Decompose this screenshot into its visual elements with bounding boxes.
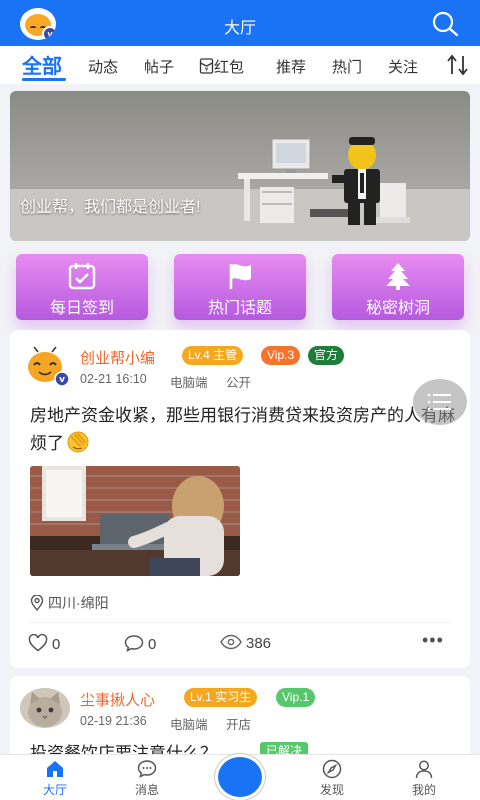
comment-icon [124,635,144,652]
nav-messages-label: 消息 [134,783,159,797]
bee-avatar-icon: v [28,346,70,387]
view-count-stat: 386 [220,634,271,652]
more-options-icon[interactable]: ••• [422,630,444,651]
post-device: 电脑端 [170,376,208,390]
tab-red-packet-label: 红包 [214,59,245,76]
tab-hot[interactable]: 热门 [332,56,362,77]
flag-icon [229,264,251,289]
vip-badge: Vip.3 [261,346,301,365]
nav-messages[interactable]: 消息 [117,759,177,798]
sort-swap-icon[interactable] [446,54,470,76]
hot-topics-button[interactable]: 热门话题 [174,254,306,320]
tab-all[interactable]: 全部 [22,50,62,79]
banner-office-illustration [10,137,470,241]
active-tab-indicator [22,78,66,81]
category-tabs: 全部 动态 帖子 ¥ 红包 推荐 热门 关注 [0,46,480,84]
avatar[interactable] [20,688,70,728]
like-count: 0 [52,636,61,653]
post-date: 02-21 16:10 [80,372,147,386]
post-location: 四川·绵阳 [30,593,109,613]
nav-discover[interactable]: 发现 [302,759,362,798]
user-icon [415,760,433,779]
avatar[interactable]: v [20,346,70,387]
heart-icon [28,633,48,652]
tree-icon [386,263,410,290]
tab-posts[interactable]: 帖子 [144,56,174,77]
comment-button[interactable]: 0 [124,634,156,653]
post-location-text: 四川·绵阳 [48,595,109,611]
divider [30,622,450,623]
nav-profile[interactable]: 我的 [394,759,454,798]
tab-red-packet[interactable]: ¥ 红包 [199,56,244,77]
comment-count: 0 [148,636,157,653]
author-name[interactable]: 尘事揪人心 [80,689,155,710]
post-card[interactable]: v 创业帮小编 Lv.4 主管 Vip.3 官方 02-21 16:10 电脑端… [10,330,470,668]
search-icon[interactable] [430,10,460,38]
hot-topics-label: 热门话题 [207,300,272,317]
post-device: 电脑端 [170,718,208,732]
svg-text:¥: ¥ [205,67,209,74]
secret-tree-hole-label: 秘密树洞 [365,300,430,317]
view-count: 386 [246,635,272,652]
woman-laptop-photo [30,466,240,576]
nav-lobby[interactable]: 大厅 [25,759,85,798]
post-visibility: 公开 [226,376,252,390]
header: v 大厅 [0,0,480,46]
floating-menu-button[interactable] [413,379,467,425]
banner-caption: 创业帮，我们都是创业者! [20,199,201,216]
create-post-button[interactable] [215,754,265,800]
post-content-text: 房地产资金收紧，那些用银行消费贷来投资房产的人有麻烦了 [30,406,455,453]
official-badge: 官方 [308,346,345,365]
post-visibility: 开店 [226,718,252,732]
daily-checkin-button[interactable]: 每日签到 [16,254,148,320]
cat-avatar-icon [20,688,70,728]
nav-discover-label: 发现 [319,783,344,797]
chat-icon [137,760,157,778]
post-image[interactable] [30,466,240,576]
red-packet-icon: ¥ [199,58,214,74]
like-button[interactable]: 0 [28,633,61,653]
location-pin-icon [30,594,44,612]
home-icon [47,761,63,777]
list-menu-icon [427,393,451,411]
tab-following[interactable]: 关注 [388,56,418,77]
author-name[interactable]: 创业帮小编 [80,347,155,368]
calendar-check-icon [68,263,96,290]
tab-recommended[interactable]: 推荐 [276,56,306,77]
svg-text:v: v [59,375,65,385]
page-title: 大厅 [223,20,256,37]
vip-badge: Vip.1 [276,688,316,707]
level-badge: Lv.4 主管 [182,346,244,365]
compass-icon [322,759,342,779]
secret-tree-hole-button[interactable]: 秘密树洞 [332,254,464,320]
daily-checkin-label: 每日签到 [49,300,114,317]
post-card[interactable]: 尘事揪人心 Lv.1 实习生 Vip.1 02-19 21:36 电脑端 开店 … [10,676,470,766]
promo-banner[interactable]: 创业帮，我们都是创业者! [10,91,470,241]
eye-icon [220,634,242,650]
nav-lobby-label: 大厅 [42,783,67,797]
post-date: 02-19 21:36 [80,714,147,728]
facepalm-emoji-icon [67,431,89,453]
post-content[interactable]: 房地产资金收紧，那些用银行消费贷来投资房产的人有麻烦了 [30,402,460,458]
level-badge: Lv.1 实习生 [184,688,258,707]
tab-dynamics[interactable]: 动态 [88,56,118,77]
nav-profile-label: 我的 [411,783,436,797]
